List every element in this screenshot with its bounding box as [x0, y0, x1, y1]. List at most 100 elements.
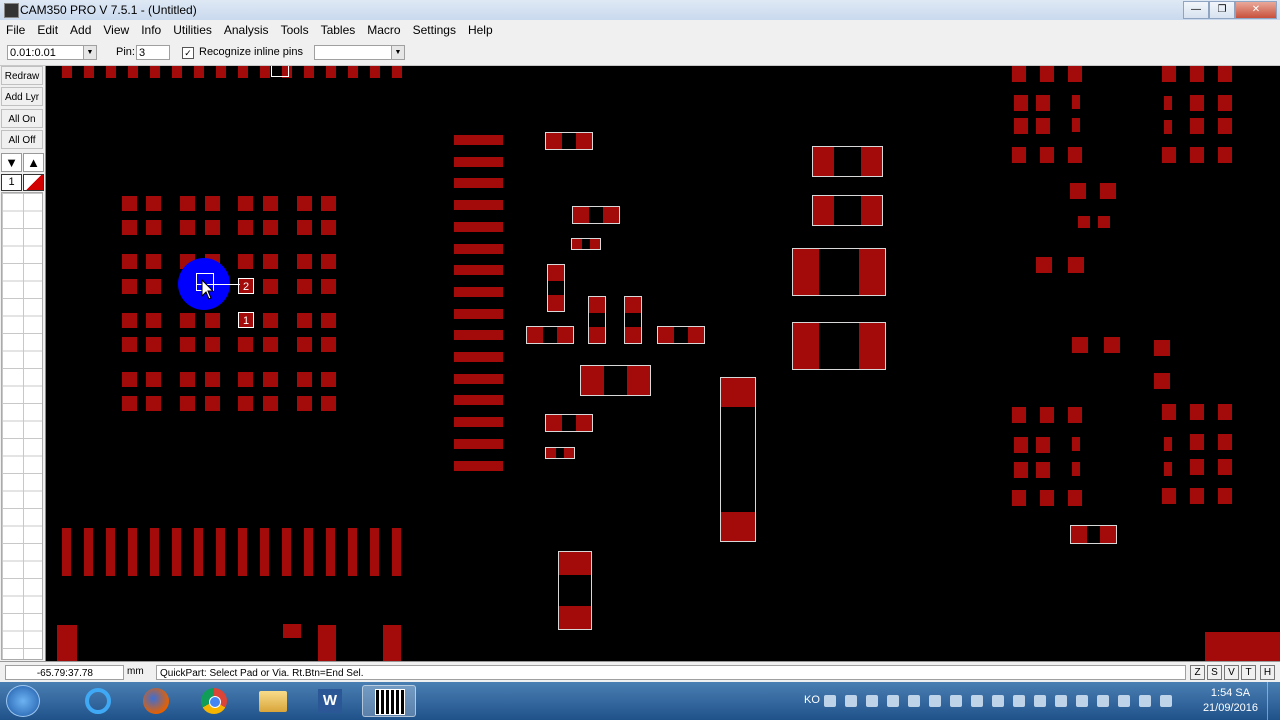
menu-help[interactable]: Help	[462, 20, 499, 40]
pcb-pad	[321, 396, 336, 411]
pcb-pad	[172, 528, 181, 576]
all-on-button[interactable]: All On	[1, 109, 43, 128]
tray-icon[interactable]	[1055, 695, 1067, 707]
menu-edit[interactable]: Edit	[31, 20, 64, 40]
scroll-down-icon[interactable]: ▼	[1, 153, 22, 172]
component-outline	[545, 414, 593, 432]
show-desktop-button[interactable]	[1267, 682, 1280, 720]
tray-icon[interactable]	[971, 695, 983, 707]
pin-input[interactable]: 3	[136, 45, 170, 60]
layer-list-grid[interactable]	[1, 192, 43, 660]
pcb-pad	[1190, 118, 1204, 134]
tray-icon[interactable]	[1013, 695, 1025, 707]
menu-tables[interactable]: Tables	[315, 20, 362, 40]
pcb-pad	[1190, 404, 1204, 420]
component-outline	[545, 132, 593, 150]
taskbar-explorer[interactable]	[246, 685, 300, 717]
pcb-pad	[1218, 95, 1232, 111]
pcb-pad	[128, 66, 138, 78]
pcb-pad	[1162, 147, 1176, 163]
pcb-pad	[392, 66, 402, 78]
pcb-pad	[1190, 434, 1204, 450]
pcb-pad	[454, 243, 503, 254]
pcb-pad	[57, 625, 77, 661]
tray-icon[interactable]	[1139, 695, 1151, 707]
t-mode-button[interactable]: T	[1241, 665, 1256, 680]
taskbar-chrome[interactable]	[188, 685, 242, 717]
chrome-icon	[201, 688, 227, 714]
redraw-button[interactable]: Redraw	[1, 66, 43, 85]
pcb-pad	[1012, 407, 1026, 423]
tray-icon[interactable]	[992, 695, 1004, 707]
pcb-pad	[146, 313, 161, 328]
menu-utilities[interactable]: Utilities	[167, 20, 218, 40]
menu-info[interactable]: Info	[135, 20, 167, 40]
tray-icon[interactable]	[824, 695, 836, 707]
tray-icon[interactable]	[1097, 695, 1109, 707]
tray-icon[interactable]	[887, 695, 899, 707]
tray-icon[interactable]	[1118, 695, 1130, 707]
v-mode-button[interactable]: V	[1224, 665, 1239, 680]
pcb-pad	[263, 254, 278, 269]
pcb-pad	[194, 528, 203, 576]
add-layer-button[interactable]: Add Lyr	[1, 87, 43, 106]
recognize-inline-pins-checkbox[interactable]: ✓	[182, 47, 194, 59]
pcb-pad	[122, 396, 137, 411]
menu-add[interactable]: Add	[64, 20, 97, 40]
pcb-pad	[1036, 437, 1050, 453]
tray-icon[interactable]	[866, 695, 878, 707]
pcb-pad	[1218, 66, 1232, 82]
clock-time: 1:54 SA	[1210, 687, 1251, 699]
tray-icon[interactable]	[845, 695, 857, 707]
menu-analysis[interactable]: Analysis	[218, 20, 275, 40]
all-off-button[interactable]: All Off	[1, 130, 43, 149]
pcb-pad	[1014, 118, 1028, 134]
pcb-pad	[1014, 95, 1028, 111]
menu-file[interactable]: File	[0, 20, 31, 40]
crosshair-marker	[271, 66, 289, 77]
pcb-pad	[263, 337, 278, 352]
start-button[interactable]	[6, 685, 40, 717]
layer-color-swatch[interactable]	[23, 174, 44, 191]
pcb-pad	[1162, 404, 1176, 420]
z-mode-button[interactable]: Z	[1190, 665, 1205, 680]
h-mode-button[interactable]: H	[1260, 665, 1275, 680]
taskbar-word[interactable]: W	[304, 685, 358, 717]
pcb-pad	[238, 66, 248, 78]
minimize-button[interactable]: —	[1183, 1, 1209, 19]
taskbar-firefox[interactable]	[130, 685, 184, 717]
pcb-pad	[1014, 462, 1028, 478]
pcb-pad	[1164, 96, 1172, 110]
scroll-up-icon[interactable]: ▲	[23, 153, 44, 172]
close-button[interactable]: ✕	[1235, 1, 1277, 19]
pcb-canvas[interactable]: 2 1	[46, 66, 1280, 661]
grid-select[interactable]: 0.01:0.01 ▼	[7, 45, 97, 60]
menu-view[interactable]: View	[97, 20, 135, 40]
pcb-pad	[1218, 434, 1232, 450]
pcb-pad	[370, 528, 379, 576]
tray-icon[interactable]	[1076, 695, 1088, 707]
taskbar-cam350[interactable]	[362, 685, 416, 717]
layer-select[interactable]: ▼	[314, 45, 405, 60]
tray-icon[interactable]	[1034, 695, 1046, 707]
pcb-pad	[297, 337, 312, 352]
language-indicator[interactable]: KO	[804, 694, 820, 706]
layer-number[interactable]: 1	[1, 174, 22, 191]
pcb-pad	[454, 330, 503, 341]
menu-settings[interactable]: Settings	[407, 20, 462, 40]
tray-icon[interactable]	[929, 695, 941, 707]
tray-icon[interactable]	[1160, 695, 1172, 707]
clock[interactable]: 1:54 SA 21/09/2016	[1203, 686, 1258, 716]
menu-macro[interactable]: Macro	[361, 20, 406, 40]
pcb-pad	[1036, 462, 1050, 478]
pcb-pad	[1012, 147, 1026, 163]
pcb-pad	[297, 196, 312, 211]
menu-tools[interactable]: Tools	[275, 20, 315, 40]
tray-icon[interactable]	[950, 695, 962, 707]
tray-icon[interactable]	[908, 695, 920, 707]
pcb-pad	[1218, 147, 1232, 163]
maximize-button[interactable]: ❐	[1209, 1, 1235, 19]
s-mode-button[interactable]: S	[1207, 665, 1222, 680]
component-outline	[624, 296, 642, 344]
taskbar-ie[interactable]	[72, 685, 126, 717]
